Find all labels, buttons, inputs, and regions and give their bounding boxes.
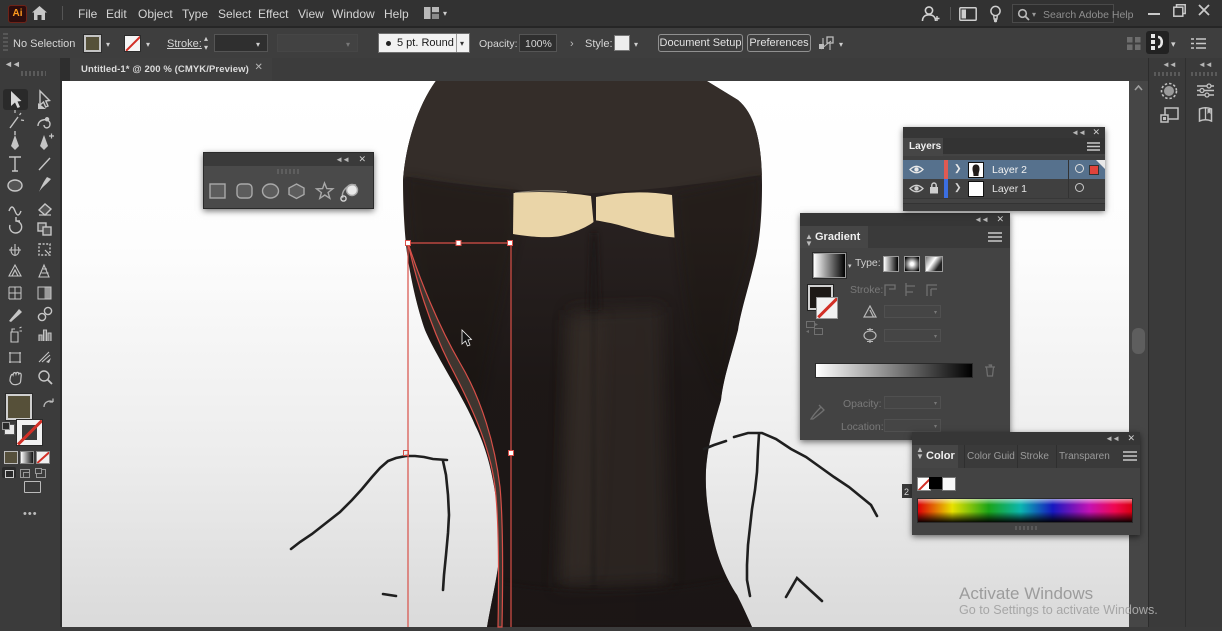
svg-text:2: 2: [904, 487, 909, 497]
